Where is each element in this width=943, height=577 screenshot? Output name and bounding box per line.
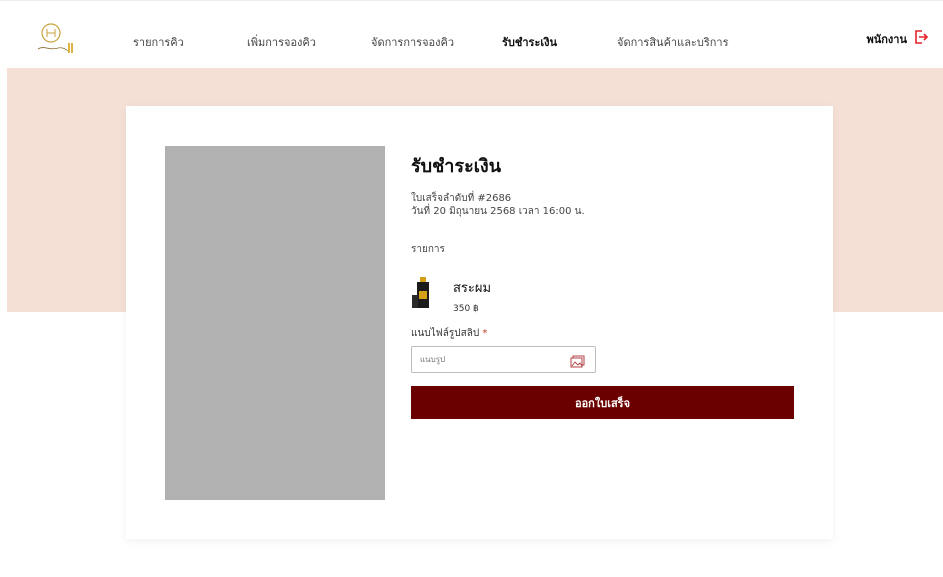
- issue-receipt-button[interactable]: ออกใบเสร็จ: [411, 386, 794, 419]
- nav-item-queue-list[interactable]: รายการคิว: [133, 33, 184, 51]
- product-image: [411, 277, 435, 309]
- receipt-datetime: วันที่ 20 มิถุนายน 2568 เวลา 16:00 น.: [411, 206, 585, 217]
- image-upload-icon[interactable]: [570, 353, 585, 372]
- brand-logo[interactable]: [36, 21, 76, 57]
- nav-item-payment[interactable]: รับชำระเงิน: [502, 33, 557, 51]
- slip-upload-field[interactable]: [411, 346, 596, 373]
- image-placeholder: [165, 146, 385, 500]
- receipt-number: ใบเสร็จลำดับที่ #2686: [411, 193, 512, 204]
- user-logout[interactable]: พนักงาน: [867, 29, 930, 48]
- logout-icon[interactable]: [913, 29, 929, 48]
- product-price: 350 ฿: [453, 304, 479, 314]
- slip-label-text: แนบไฟล์รูปสลิป: [411, 328, 480, 339]
- payment-card: รับชำระเงิน ใบเสร็จลำดับที่ #2686 วันที่…: [126, 106, 833, 539]
- required-mark: *: [482, 328, 488, 339]
- product-name: สระผม: [453, 281, 492, 296]
- list-item: สระผม 350 ฿: [411, 277, 794, 314]
- top-navbar: รายการคิว เพิ่มการจองคิว จัดการการจองคิว…: [0, 0, 943, 68]
- nav-item-manage-booking[interactable]: จัดการการจองคิว: [371, 33, 454, 51]
- nav-item-products-services[interactable]: จัดการสินค้าและบริการ: [617, 33, 728, 51]
- slip-field-label: แนบไฟล์รูปสลิป *: [411, 326, 794, 341]
- items-label: รายการ: [411, 244, 445, 255]
- payment-details: รับชำระเงิน ใบเสร็จลำดับที่ #2686 วันที่…: [411, 146, 794, 419]
- user-role-label: พนักงาน: [866, 32, 908, 46]
- nav-item-add-booking[interactable]: เพิ่มการจองคิว: [247, 33, 316, 51]
- page-title: รับชำระเงิน: [411, 156, 501, 177]
- slip-upload-input[interactable]: [412, 347, 562, 372]
